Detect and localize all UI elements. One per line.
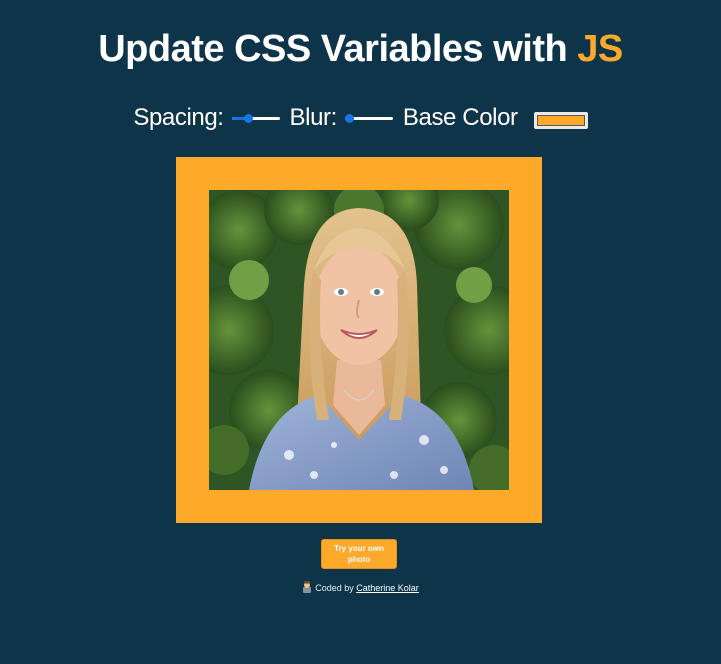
title-main-text: Update CSS Variables with [98,28,578,70]
controls-bar: Spacing: Blur: Base Color [0,102,721,134]
blur-slider-thumb[interactable] [344,114,354,123]
author-link[interactable]: Catherine Kolar [356,583,419,593]
spacing-slider-thumb[interactable] [244,114,254,123]
photo-frame [176,157,542,523]
footer-credit: Coded by Catherine Kolar [0,581,721,595]
spacing-label: Spacing: [133,104,224,131]
blur-slider[interactable] [344,110,393,126]
technologist-emoji-icon [302,581,312,593]
coded-by-text: Coded by [315,583,354,593]
base-color-picker[interactable] [533,111,588,129]
title-highlight-text: JS [577,28,623,70]
spacing-slider[interactable] [231,110,280,126]
blur-label: Blur: [289,104,338,131]
portrait-photo [209,190,509,490]
base-color-label: Base Color [402,104,518,131]
base-color-swatch [536,114,585,126]
page-title: Update CSS Variables with JS [0,27,721,71]
try-your-own-photo-button[interactable]: Try your own photo [321,539,397,569]
portrait-photo-drawing [209,190,509,490]
